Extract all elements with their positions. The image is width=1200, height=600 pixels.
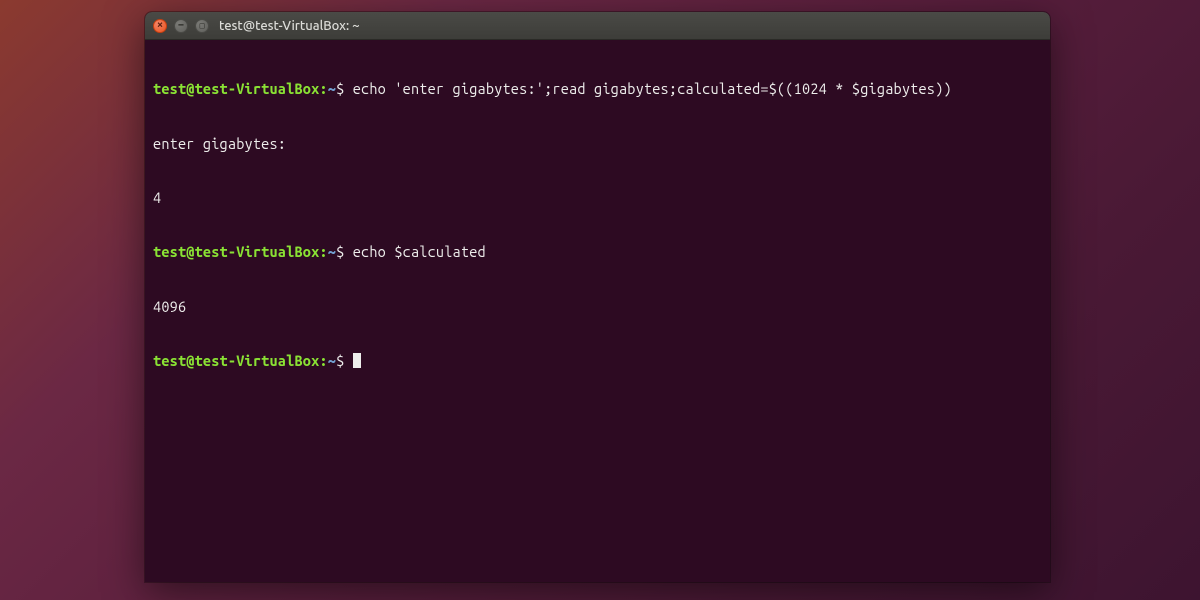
prompt-user-host: test@test-VirtualBox: [153, 80, 319, 97]
terminal-content[interactable]: test@test-VirtualBox:~$ echo 'enter giga…: [145, 40, 1050, 411]
window-title: test@test-VirtualBox: ~: [219, 19, 360, 33]
window-controls: [153, 19, 209, 33]
prompt-user-host: test@test-VirtualBox: [153, 352, 319, 369]
prompt-path: ~: [328, 352, 336, 369]
terminal-line: test@test-VirtualBox:~$ echo $calculated: [153, 243, 1042, 261]
prompt-separator: :: [319, 243, 327, 260]
output-line: enter gigabytes:: [153, 135, 1042, 153]
terminal-window: test@test-VirtualBox: ~ test@test-Virtua…: [145, 12, 1050, 582]
command-text: echo $calculated: [353, 243, 486, 260]
command-text: [344, 352, 352, 369]
prompt-path: ~: [328, 243, 336, 260]
prompt-path: ~: [328, 80, 336, 97]
output-line: 4: [153, 189, 1042, 207]
command-text: echo 'enter gigabytes:';read gigabytes;c…: [353, 80, 952, 97]
command-text: [344, 243, 352, 260]
maximize-button[interactable]: [195, 19, 209, 33]
command-text: [344, 80, 352, 97]
cursor: [353, 353, 361, 368]
prompt-separator: :: [319, 352, 327, 369]
minimize-button[interactable]: [174, 19, 188, 33]
terminal-line: test@test-VirtualBox:~$ echo 'enter giga…: [153, 80, 1042, 98]
close-button[interactable]: [153, 19, 167, 33]
terminal-line: test@test-VirtualBox:~$: [153, 352, 1042, 370]
output-line: 4096: [153, 298, 1042, 316]
prompt-separator: :: [319, 80, 327, 97]
titlebar[interactable]: test@test-VirtualBox: ~: [145, 12, 1050, 40]
prompt-user-host: test@test-VirtualBox: [153, 243, 319, 260]
